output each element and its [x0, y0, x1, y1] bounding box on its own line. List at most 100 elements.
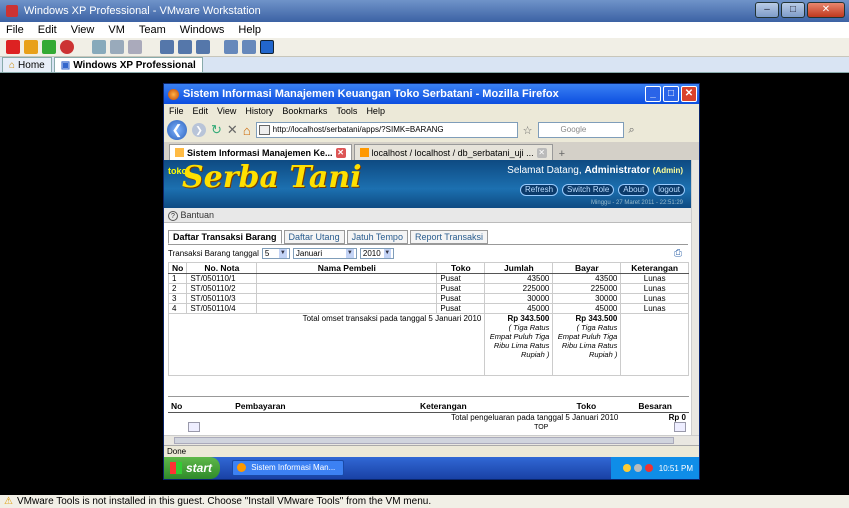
tab-jatuh-tempo[interactable]: Jatuh Tempo	[346, 230, 408, 244]
col-nama-pembeli: Nama Pembeli	[256, 262, 438, 274]
ff-close-button[interactable]: ✕	[681, 86, 697, 102]
ff-maximize-button[interactable]: □	[663, 86, 679, 102]
menu-team[interactable]: Team	[139, 24, 166, 36]
firefox-window-title: Sistem Informasi Manajemen Keuangan Toko…	[183, 88, 559, 100]
print-icon[interactable]: ⎙	[674, 248, 682, 259]
start-button[interactable]: start	[164, 457, 220, 479]
ff-menu-tools[interactable]: Tools	[336, 106, 357, 116]
close-tab-icon[interactable]: ✕	[536, 147, 547, 158]
top-link[interactable]: TOP	[335, 422, 551, 434]
vertical-scrollbar[interactable]	[691, 160, 699, 435]
stop-icon[interactable]	[6, 40, 20, 54]
play-icon[interactable]	[42, 40, 56, 54]
maximize-button[interactable]: □	[781, 2, 805, 18]
cell: 45000	[484, 303, 554, 314]
tab-daftar-transaksi-barang[interactable]: Daftar Transaksi Barang	[168, 230, 282, 244]
search-icon[interactable]: ⌕	[629, 124, 635, 137]
url-bar[interactable]: http://localhost/serbatani/apps/?SIMK=BA…	[255, 122, 518, 138]
ff-menu-history[interactable]: History	[245, 106, 273, 116]
logout-button[interactable]: logout	[653, 184, 685, 196]
ff-minimize-button[interactable]: _	[645, 86, 661, 102]
menu-edit[interactable]: Edit	[38, 24, 57, 36]
bookmark-star-icon[interactable]: ☆	[523, 124, 533, 137]
minimize-button[interactable]: –	[755, 2, 779, 18]
warning-icon: ⚠	[4, 496, 13, 507]
welcome-prefix: Selamat Datang,	[507, 165, 582, 176]
tab-daftar-utang[interactable]: Daftar Utang	[283, 230, 345, 244]
cell: Pusat	[436, 283, 486, 294]
date-time-line: Minggu - 27 Maret 2011 - 22:51:29	[591, 200, 683, 206]
ff-menu-help[interactable]: Help	[366, 106, 385, 116]
ff-menu-bookmarks[interactable]: Bookmarks	[282, 106, 327, 116]
phpmyadmin-icon	[359, 148, 369, 157]
cell	[256, 273, 438, 284]
page-favicon	[175, 148, 184, 157]
reload-icon[interactable]: ↻	[211, 122, 222, 138]
about-button[interactable]: About	[618, 184, 650, 196]
ff-tab-phpmyadmin[interactable]: localhost / localhost / db_serbatani_uji…	[353, 144, 553, 160]
snapshot-manager-icon[interactable]	[128, 40, 142, 54]
chevron-down-icon: ▼	[345, 249, 354, 258]
cell: 45000	[552, 303, 622, 314]
url-text: http://localhost/serbatani/apps/?SIMK=BA…	[272, 125, 444, 134]
snapshot-icon[interactable]	[92, 40, 106, 54]
tab-home[interactable]: ⌂ Home	[2, 57, 52, 72]
ff-menu-edit[interactable]: Edit	[193, 106, 209, 116]
col-no: No	[168, 400, 186, 413]
search-input[interactable]: Google	[537, 122, 624, 138]
taskbar-item-firefox[interactable]: Sistem Informasi Man...	[232, 460, 344, 476]
ff-menu-file[interactable]: File	[169, 106, 184, 116]
vmware-menu-bar: File Edit View VM Team Windows Help	[0, 22, 849, 38]
reset-icon[interactable]	[60, 40, 74, 54]
cell	[620, 313, 689, 376]
menu-file[interactable]: File	[6, 24, 24, 36]
menu-windows[interactable]: Windows	[180, 24, 225, 36]
unity-icon[interactable]	[260, 40, 274, 54]
year-select[interactable]: 2010 ▼	[359, 248, 394, 259]
tray-icon-network[interactable]	[633, 464, 642, 472]
cell: 2	[167, 283, 188, 294]
month-select[interactable]: Januari ▼	[292, 248, 357, 259]
home-page-icon[interactable]: ⌂	[243, 123, 251, 138]
col-toko: Toko	[436, 262, 486, 274]
quick-switch-icon[interactable]	[242, 40, 256, 54]
total-jumlah-words: ( Tiga Ratus Empat Puluh Tiga Ribu Lima …	[489, 323, 550, 359]
tray-icon-alert[interactable]	[644, 464, 653, 472]
cell: 43500	[552, 273, 622, 284]
switch-role-button[interactable]: Switch Role	[562, 184, 615, 196]
help-icon[interactable]: ?	[168, 211, 178, 221]
table-header-row: No Pembayaran Keterangan Toko Besaran	[168, 400, 689, 413]
ff-tab-simk[interactable]: Sistem Informasi Manajemen Ke... ✕	[169, 144, 352, 160]
help-link[interactable]: Bantuan	[181, 210, 215, 220]
site-header: toko Serba Tani Selamat Datang, Administ…	[164, 160, 691, 208]
horizontal-scrollbar[interactable]	[164, 435, 699, 445]
ff-menu-view[interactable]: View	[217, 106, 236, 116]
sidebar-icon[interactable]	[160, 40, 174, 54]
fullscreen-icon[interactable]	[224, 40, 238, 54]
revert-icon[interactable]	[110, 40, 124, 54]
tab-report-transaksi[interactable]: Report Transaksi	[409, 230, 488, 244]
day-select[interactable]: 5 ▼	[261, 248, 290, 259]
table-row: 1 ST/050110/1 Pusat 43500 43500 Lunas	[167, 273, 689, 284]
cell: Pusat	[436, 303, 486, 314]
cell: Pusat	[436, 293, 486, 304]
pause-icon[interactable]	[24, 40, 38, 54]
month-select-value: Januari	[295, 249, 323, 258]
refresh-button[interactable]: Refresh	[520, 184, 559, 196]
new-tab-icon[interactable]: +	[559, 148, 565, 160]
tray-icon-shield[interactable]	[622, 464, 631, 472]
console-icon[interactable]	[196, 40, 210, 54]
menu-help[interactable]: Help	[238, 24, 261, 36]
summary-icon[interactable]	[178, 40, 192, 54]
menu-vm[interactable]: VM	[108, 24, 125, 36]
close-tab-icon[interactable]: ✕	[335, 147, 346, 158]
tray-clock: 10:51 PM	[658, 463, 693, 473]
scroll-thumb[interactable]	[174, 437, 674, 444]
close-button[interactable]: ✕	[807, 2, 845, 18]
transaction-table: No No. Nota Nama Pembeli Toko Jumlah Bay…	[167, 262, 689, 376]
tab-windows-xp[interactable]: ▣ Windows XP Professional	[53, 57, 203, 72]
forward-button[interactable]: ❯	[192, 123, 206, 137]
menu-view[interactable]: View	[71, 24, 95, 36]
back-button[interactable]: ❮	[167, 120, 187, 140]
stop-load-icon[interactable]: ✕	[227, 122, 238, 138]
